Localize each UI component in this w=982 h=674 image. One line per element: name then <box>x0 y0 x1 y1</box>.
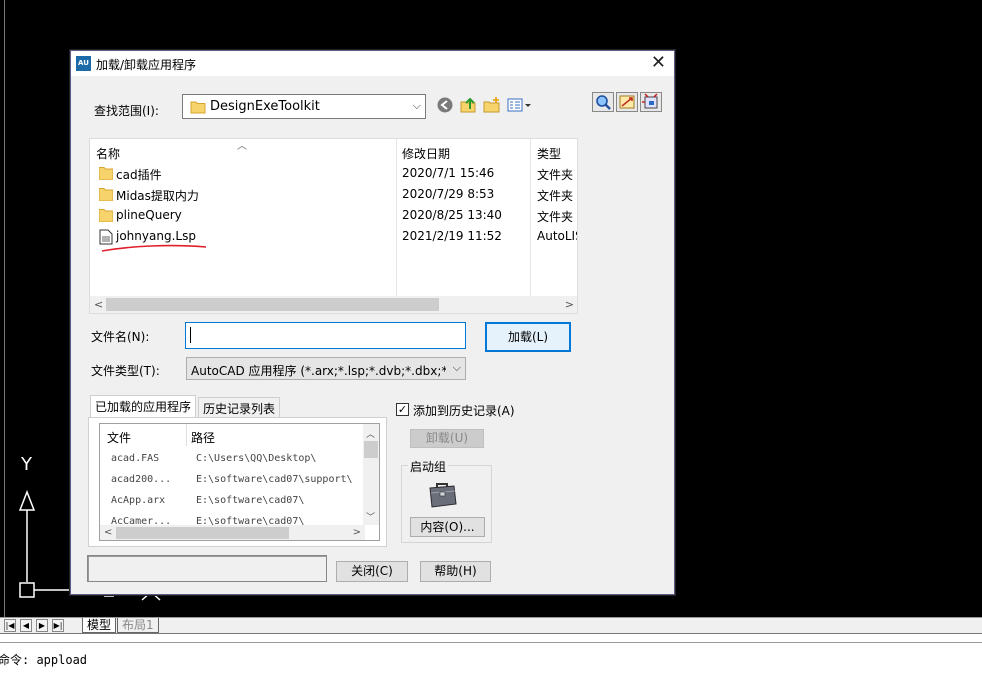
chevron-down-icon: ⌵ <box>452 361 461 374</box>
close-button[interactable]: 关闭(C) <box>336 561 408 582</box>
command-line[interactable] <box>0 642 982 674</box>
folder-icon <box>99 209 113 222</box>
folder-icon <box>99 188 113 201</box>
app-file: acad.FAS <box>111 453 160 464</box>
options-icon <box>642 93 658 109</box>
startup-contents-button[interactable]: 内容(O)... <box>410 517 485 537</box>
load-button[interactable]: 加载(L) <box>485 322 571 352</box>
file-list[interactable]: ︿ 名称 修改日期 类型 cad插件 2020/7/1 15:46 文件夹 Mi… <box>89 138 578 314</box>
app-file: acad200... <box>111 474 172 485</box>
folder-icon <box>99 167 113 180</box>
file-name: johnyang.Lsp <box>116 229 196 243</box>
file-date: 2020/8/25 13:40 <box>402 208 502 222</box>
startup-suite-title: 启动组 <box>408 458 449 475</box>
loaded-app-row[interactable]: AcApp.arx E:\software\cad07\ <box>100 491 366 512</box>
file-name-input[interactable] <box>185 322 466 349</box>
app-path: C:\Users\QQ\Desktop\ <box>196 453 317 464</box>
file-name: cad插件 <box>116 168 162 182</box>
prev-layout-icon[interactable]: ◀ <box>20 619 32 632</box>
file-type: 文件夹 <box>537 210 574 224</box>
file-row[interactable]: Midas提取内力 2020/7/29 8:53 文件夹 <box>90 184 577 205</box>
command-text: 命令: appload <box>0 653 88 667</box>
back-icon[interactable] <box>436 96 454 114</box>
dialog-title: 加载/卸载应用程序 <box>96 58 197 72</box>
file-type: 文件夹 <box>537 168 574 182</box>
file-name-label: 文件名(N): <box>91 330 150 344</box>
sort-ascending-icon: ︿ <box>237 141 247 152</box>
last-layout-icon[interactable]: ▶| <box>52 619 64 632</box>
chevron-down-icon: ⌵ <box>412 99 421 112</box>
app-file: AcApp.arx <box>111 495 166 506</box>
loaded-app-row[interactable]: acad200... E:\software\cad07\support\ <box>100 470 366 491</box>
status-message-box <box>87 555 327 582</box>
file-row[interactable]: cad插件 2020/7/1 15:46 文件夹 <box>90 163 577 184</box>
next-layout-icon[interactable]: ▶ <box>36 619 48 632</box>
file-type-value: AutoCAD 应用程序 (*.arx;*.lsp;*.dvb;*.dbx;*.… <box>191 364 446 378</box>
file-type-label: 文件类型(T): <box>91 364 160 378</box>
file-name: plineQuery <box>116 208 182 222</box>
scroll-thumb[interactable] <box>106 298 439 311</box>
scroll-down-icon[interactable]: ﹀ <box>366 510 375 523</box>
look-in-label: 查找范围(I): <box>94 104 159 118</box>
scroll-thumb[interactable] <box>116 527 289 539</box>
locate-icon <box>619 95 635 109</box>
loaded-apps-list[interactable]: 文件 路径 acad.FAS C:\Users\QQ\Desktop\ acad… <box>99 423 380 541</box>
unload-button[interactable]: 卸载(U) <box>410 429 484 448</box>
tab-history-list[interactable]: 历史记录列表 <box>198 397 281 417</box>
views-menu-icon[interactable] <box>507 96 533 114</box>
appload-dialog: AU 加载/卸载应用程序 ✕ 查找范围(I): DesignExeToolkit… <box>70 50 675 595</box>
loaded-app-row[interactable]: acad.FAS C:\Users\QQ\Desktop\ <box>100 449 366 470</box>
up-one-level-icon[interactable] <box>459 96 477 114</box>
folder-icon <box>190 101 206 114</box>
add-to-history-label[interactable]: 添加到历史记录(A) <box>413 402 515 419</box>
briefcase-icon <box>429 483 457 508</box>
column-header-type[interactable]: 类型 <box>537 145 561 162</box>
file-type-combo[interactable]: AutoCAD 应用程序 (*.arx;*.lsp;*.dvb;*.dbx;*.… <box>186 357 466 380</box>
loaded-apps-panel: 文件 路径 acad.FAS C:\Users\QQ\Desktop\ acad… <box>88 417 387 547</box>
file-date: 2020/7/29 8:53 <box>402 187 495 201</box>
add-to-history-checkbox[interactable]: ✓ <box>396 403 409 416</box>
look-in-value: DesignExeToolkit <box>210 99 320 114</box>
new-folder-icon[interactable] <box>483 96 501 114</box>
column-header-path[interactable]: 路径 <box>191 429 215 446</box>
scroll-thumb[interactable] <box>364 441 378 458</box>
scroll-right-icon[interactable]: > <box>353 527 361 538</box>
file-date: 2021/2/19 11:52 <box>402 229 502 243</box>
tab-layout1[interactable]: 布局1 <box>117 618 159 633</box>
layout-tab-strip: |◀ ◀ ▶ ▶| 模型 布局1 <box>0 617 982 633</box>
column-header-name[interactable]: 名称 <box>96 145 120 162</box>
tab-model[interactable]: 模型 <box>82 618 117 633</box>
column-separator <box>186 424 187 446</box>
file-list-hscrollbar[interactable]: < > <box>90 296 577 313</box>
loaded-apps-vscrollbar[interactable]: ︿ ﹀ <box>363 424 379 525</box>
startup-suite-group: 启动组 内容(O)... <box>401 458 492 543</box>
file-type: 文件夹 <box>537 189 574 203</box>
locate-button[interactable] <box>616 92 638 112</box>
find-file-button[interactable] <box>592 92 614 112</box>
scroll-up-icon[interactable]: ︿ <box>366 427 375 440</box>
file-date: 2020/7/1 15:46 <box>402 166 495 180</box>
file-row[interactable]: plineQuery 2020/8/25 13:40 文件夹 <box>90 205 577 226</box>
help-button[interactable]: 帮助(H) <box>420 561 491 582</box>
scroll-left-icon[interactable]: < <box>94 296 103 313</box>
file-type: AutoLIS <box>537 229 577 243</box>
loaded-apps-hscrollbar[interactable]: < > <box>100 525 365 540</box>
first-layout-icon[interactable]: |◀ <box>4 619 16 632</box>
app-path: E:\software\cad07\support\ <box>196 474 353 485</box>
text-caret <box>190 327 191 343</box>
options-button[interactable] <box>640 92 662 112</box>
autocad-app-icon: AU <box>76 56 91 71</box>
file-name: Midas提取内力 <box>116 189 199 203</box>
look-in-combo[interactable]: DesignExeToolkit ⌵ <box>182 94 426 119</box>
red-underline-annotation <box>101 244 207 252</box>
column-header-file[interactable]: 文件 <box>107 429 131 446</box>
scroll-right-icon[interactable]: > <box>565 296 574 313</box>
magnifier-icon <box>596 95 611 110</box>
tab-loaded-applications[interactable]: 已加载的应用程序 <box>90 395 197 418</box>
title-bar[interactable]: AU 加载/卸载应用程序 ✕ <box>71 51 674 76</box>
close-icon[interactable]: ✕ <box>651 53 666 73</box>
app-path: E:\software\cad07\ <box>196 495 305 506</box>
scroll-left-icon[interactable]: < <box>104 527 112 538</box>
column-header-date[interactable]: 修改日期 <box>402 145 450 162</box>
